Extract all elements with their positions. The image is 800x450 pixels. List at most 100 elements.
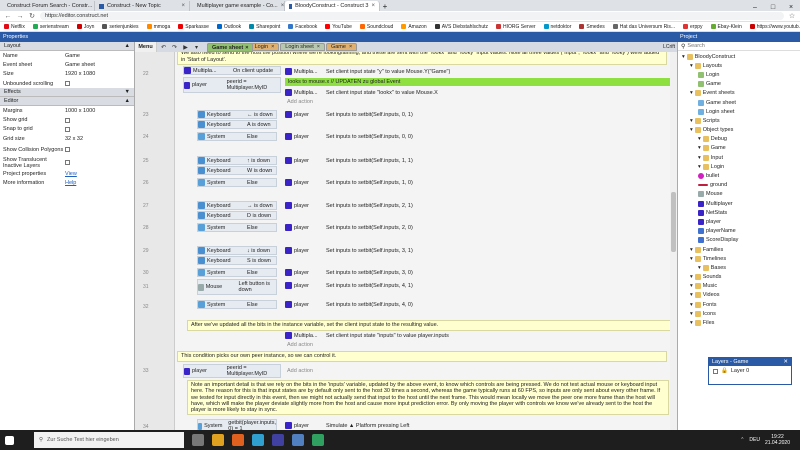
browser-tab[interactable]: BloodyConstruct - Construct 3 ×: [285, 1, 380, 11]
bookmark-item[interactable]: Sparkasse: [178, 24, 209, 30]
editor-tab[interactable]: Login sheet ×: [280, 43, 325, 51]
property-row[interactable]: Name Game: [0, 51, 134, 60]
property-row[interactable]: Unbounded scrolling: [0, 79, 134, 88]
menu-button[interactable]: Menu: [135, 42, 157, 52]
property-row[interactable]: Show grid: [0, 115, 134, 124]
property-value[interactable]: [65, 126, 131, 132]
close-icon[interactable]: ×: [245, 45, 248, 51]
close-icon[interactable]: ×: [782, 4, 800, 11]
project-tree-item[interactable]: player: [680, 217, 798, 226]
project-tree-item[interactable]: ▾ Scripts: [680, 116, 798, 125]
property-link[interactable]: View: [65, 171, 77, 177]
event-action[interactable]: player Set inputs to setbit(Self.inputs, …: [285, 201, 413, 210]
chevron-down-icon[interactable]: ▾: [690, 90, 693, 96]
chevron-down-icon[interactable]: ▾: [698, 155, 701, 161]
project-tree-item[interactable]: bullet: [680, 171, 798, 180]
property-checkbox[interactable]: [65, 126, 70, 132]
chevron-down-icon[interactable]: ▾: [690, 247, 693, 253]
event-condition[interactable]: System getbit(player.inputs, 0) = 1: [197, 419, 277, 430]
add-action-link[interactable]: Add action: [287, 342, 313, 348]
property-row[interactable]: Event sheet Game sheet: [0, 60, 134, 69]
bookmark-item[interactable]: AVS Diebstahlschutz: [434, 24, 488, 30]
bookmark-item[interactable]: Joyn: [76, 24, 94, 30]
event-condition[interactable]: Keyboard D is down: [197, 211, 277, 220]
project-tree-item[interactable]: ▾ Timelines: [680, 254, 798, 263]
bookmark-item[interactable]: Smedes: [579, 24, 605, 30]
project-tree-item[interactable]: ▾ Videos: [680, 291, 798, 300]
event-condition[interactable]: System Else: [197, 223, 277, 232]
event-action[interactable]: player Set inputs to setbit(Self.inputs, …: [285, 300, 413, 309]
chevron-down-icon[interactable]: ▾: [690, 283, 693, 289]
event-action[interactable]: player Set inputs to setbit(Self.inputs, …: [285, 268, 413, 277]
close-icon[interactable]: ×: [317, 44, 320, 50]
chevron-down-icon[interactable]: ▾: [682, 54, 685, 60]
add-action-link[interactable]: Add action: [287, 368, 313, 374]
project-tree-item[interactable]: ground: [680, 181, 798, 190]
editor-tab[interactable]: Game sheet ×: [207, 43, 254, 52]
project-tree-item[interactable]: Game: [680, 80, 798, 89]
bookmark-item[interactable]: Ebay-Klein: [710, 24, 742, 30]
undo-icon[interactable]: ↶: [159, 44, 168, 51]
chevron-down-icon[interactable]: ▾: [690, 127, 693, 133]
property-link[interactable]: Help: [65, 180, 76, 186]
event-action[interactable]: Multipla... Set client input state "y" to…: [285, 67, 450, 76]
effects-section-header[interactable]: Effects ▼: [0, 88, 134, 98]
project-tree-item[interactable]: ScoreDisplay: [680, 236, 798, 245]
project-tree-item[interactable]: Mouse: [680, 190, 798, 199]
project-tree-item[interactable]: ▾ Files: [680, 318, 798, 327]
bookmark-item[interactable]: Sharepoint: [249, 24, 280, 30]
event-condition[interactable]: System Else: [197, 268, 277, 277]
project-search-input[interactable]: [687, 43, 788, 49]
property-value[interactable]: 1000 x 1000: [65, 108, 131, 114]
bookmark-item[interactable]: Netflix: [4, 24, 25, 30]
sheet-scrollbar[interactable]: [670, 52, 677, 430]
close-icon[interactable]: ✕: [783, 359, 788, 365]
url-input[interactable]: https://editor.construct.net: [40, 12, 784, 20]
chevron-down-icon[interactable]: ▾: [698, 145, 701, 151]
event-condition[interactable]: Keyboard S is down: [197, 256, 277, 265]
event-action[interactable]: Multipla... Set client input state "input…: [285, 331, 449, 340]
maximize-icon[interactable]: □: [764, 4, 782, 11]
property-value[interactable]: [65, 81, 131, 87]
project-tree-item[interactable]: ▾ Families: [680, 245, 798, 254]
bookmark-item[interactable]: Outlook: [216, 24, 241, 30]
property-value[interactable]: Game: [65, 53, 131, 59]
chevron-down-icon[interactable]: ▾: [690, 118, 693, 124]
task-view-icon[interactable]: [192, 434, 204, 446]
windows-start-icon[interactable]: [5, 435, 14, 445]
forward-icon[interactable]: →: [16, 13, 24, 20]
bookmark-item[interactable]: netdoktor: [543, 24, 571, 30]
close-icon[interactable]: ×: [181, 3, 185, 9]
project-tree-item[interactable]: Login: [680, 70, 798, 79]
event-condition[interactable]: player peerid = Multiplayer.MyID: [183, 77, 281, 93]
property-value[interactable]: [65, 160, 131, 166]
browser-tab[interactable]: Construct - New Topic ×: [95, 1, 190, 11]
property-value[interactable]: [65, 117, 131, 123]
browser-tab[interactable]: Construct Forum Search - Constr...×: [0, 1, 95, 11]
firefox-icon[interactable]: [232, 434, 244, 446]
chevron-down-icon[interactable]: ▾: [698, 265, 701, 271]
property-checkbox[interactable]: [65, 81, 70, 87]
event-condition[interactable]: System Else: [197, 178, 277, 187]
user-name[interactable]: LCrift: [663, 44, 675, 50]
event-action[interactable]: player Set inputs to setbit(Self.inputs, …: [285, 281, 413, 290]
taskbar-search[interactable]: ⚲ Zur Suche Text hier eingeben: [34, 432, 184, 448]
bookmark-item[interactable]: serienstream: [32, 24, 69, 30]
property-row[interactable]: Grid size 32 x 32: [0, 134, 134, 143]
redo-icon[interactable]: ↷: [170, 44, 179, 51]
property-row[interactable]: Size 1920 x 1080: [0, 70, 134, 79]
property-value[interactable]: 32 x 32: [65, 136, 131, 142]
event-condition[interactable]: Keyboard ↓ is down: [197, 246, 277, 255]
event-condition[interactable]: System Else: [197, 132, 277, 141]
back-icon[interactable]: ←: [4, 13, 12, 20]
file-explorer-icon[interactable]: [212, 434, 224, 446]
layer-visible-checkbox[interactable]: [713, 368, 718, 374]
bookmark-item[interactable]: HIORG Server: [496, 24, 536, 30]
star-icon[interactable]: ☆: [788, 12, 796, 20]
project-tree-item[interactable]: ▾ BloodyConstruct: [680, 52, 798, 61]
property-value[interactable]: 1920 x 1080: [65, 71, 131, 77]
project-tree-item[interactable]: ▾ Login: [680, 162, 798, 171]
property-checkbox[interactable]: [65, 160, 70, 166]
bookmark-item[interactable]: YouTube: [325, 24, 352, 30]
event-action[interactable]: player Set inputs to setbit(Self.inputs, …: [285, 110, 413, 119]
